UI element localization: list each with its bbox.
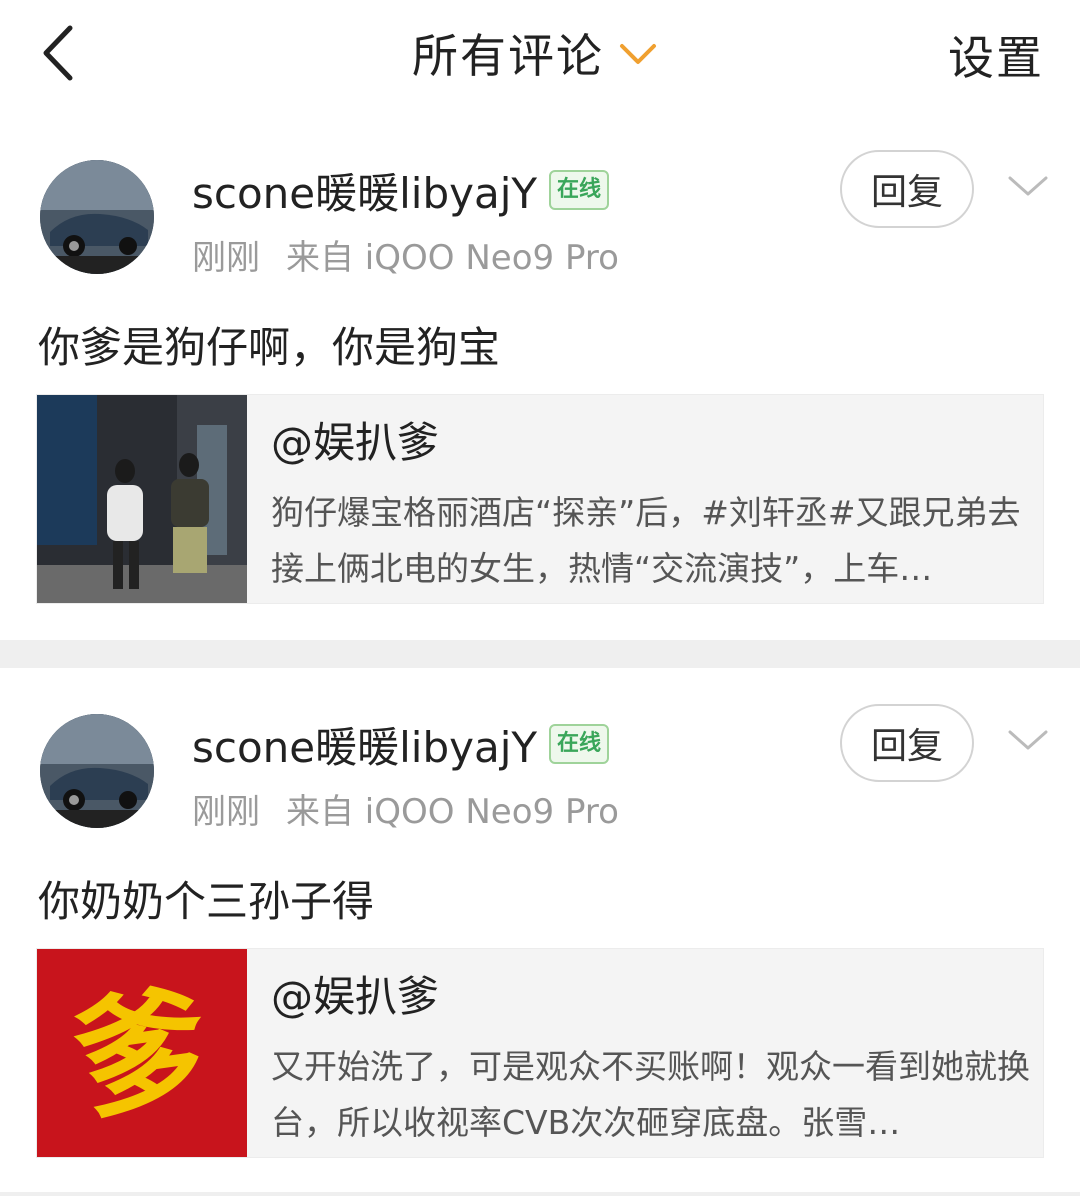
chevron-down-icon[interactable] <box>1004 170 1052 202</box>
comment-meta: 刚刚 来自 iQOO Neo9 Pro <box>192 784 619 833</box>
back-arrow-icon[interactable] <box>30 18 90 88</box>
street-photo-image <box>37 395 247 603</box>
page-title: 所有评论 <box>412 29 604 83</box>
car-avatar-image <box>40 160 154 274</box>
settings-button[interactable]: 设置 <box>948 22 1044 88</box>
timestamp: 刚刚 <box>192 238 260 278</box>
post-thumbnail: 爹 <box>37 949 247 1157</box>
username[interactable]: scone暖暖libyajY <box>192 714 537 775</box>
chevron-down-icon[interactable] <box>1004 724 1052 756</box>
device-source: 来自 iQOO Neo9 Pro <box>286 792 619 832</box>
comment-text: 你奶奶个三孙子得 <box>38 877 375 926</box>
comment-item: scone暖暖libyajY 在线 刚刚 来自 iQOO Neo9 Pro 回复… <box>0 668 1080 1188</box>
chevron-down-icon <box>620 44 656 64</box>
timestamp: 刚刚 <box>192 792 260 832</box>
reply-button[interactable]: 回复 <box>840 150 974 228</box>
username-row: scone暖暖libyajY 在线 <box>192 160 610 221</box>
comment-text: 你爹是狗仔啊，你是狗宝 <box>38 323 501 372</box>
comment-meta: 刚刚 来自 iQOO Neo9 Pro <box>192 230 619 279</box>
bottom-divider <box>0 1192 1080 1196</box>
logo-glyph: 爹 <box>66 970 216 1139</box>
card-body: 狗仔爆宝格丽酒店“探亲”后，#刘轩丞#又跟兄弟去接上俩北电的女生，热情“交流演技… <box>271 493 1021 588</box>
quoted-post-card[interactable]: @娱扒爹 狗仔爆宝格丽酒店“探亲”后，#刘轩丞#又跟兄弟去接上俩北电的女生，热情… <box>36 394 1044 604</box>
logo-glyph-image: 爹 <box>37 949 247 1157</box>
card-title: @娱扒爹 <box>271 418 440 467</box>
device-source: 来自 iQOO Neo9 Pro <box>286 238 619 278</box>
reply-button[interactable]: 回复 <box>840 704 974 782</box>
car-avatar-image <box>40 714 154 828</box>
online-badge: 在线 <box>549 170 610 210</box>
top-bar: 所有评论 设置 <box>0 0 1080 116</box>
section-divider <box>0 640 1080 670</box>
card-title: @娱扒爹 <box>271 972 440 1021</box>
title-dropdown[interactable]: 所有评论 <box>412 18 660 88</box>
avatar[interactable] <box>40 160 154 274</box>
card-body: 又开始洗了，可是观众不买账啊！观众一看到她就换台，所以收视率CVB次次砸穿底盘。… <box>271 1047 1030 1142</box>
online-badge: 在线 <box>549 724 610 764</box>
username-row: scone暖暖libyajY 在线 <box>192 714 610 775</box>
post-thumbnail <box>37 395 247 603</box>
avatar[interactable] <box>40 714 154 828</box>
comment-item: scone暖暖libyajY 在线 刚刚 来自 iQOO Neo9 Pro 回复… <box>0 114 1080 634</box>
username[interactable]: scone暖暖libyajY <box>192 160 537 221</box>
quoted-post-card[interactable]: 爹 @娱扒爹 又开始洗了，可是观众不买账啊！观众一看到她就换台，所以收视率CVB… <box>36 948 1044 1158</box>
